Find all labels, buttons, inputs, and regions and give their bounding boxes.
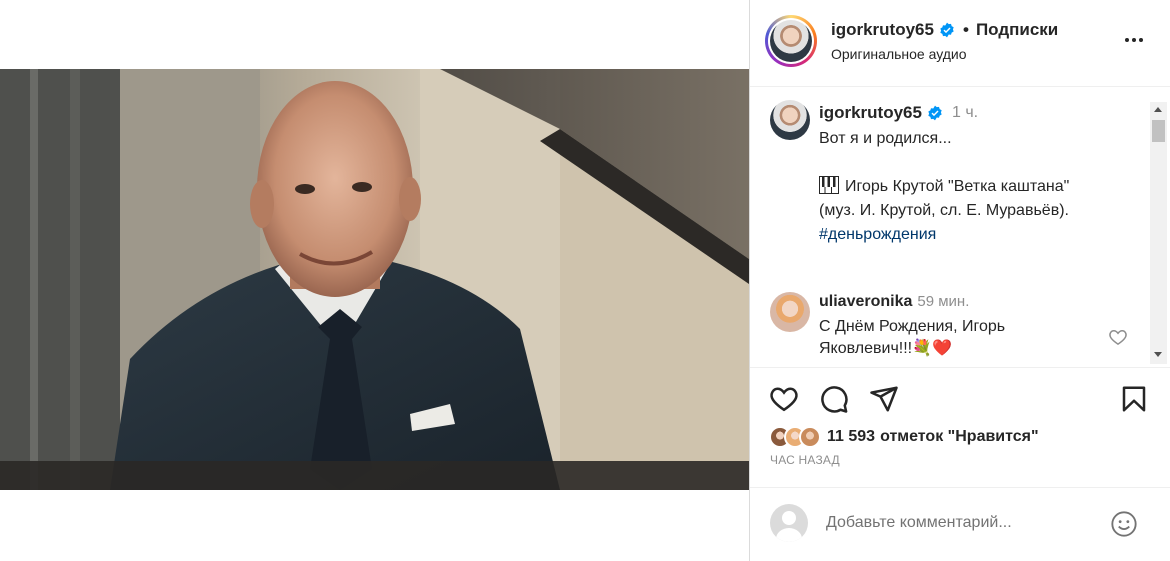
liker-avatar	[799, 426, 821, 448]
scroll-down-arrow-icon[interactable]	[1154, 352, 1162, 357]
post-header: igorkrutoy65 • Подписки Оригинальное ауд…	[750, 0, 1170, 87]
hashtag-link[interactable]: #деньрождения	[819, 223, 1149, 247]
caption-time[interactable]: 1 ч.	[952, 104, 978, 122]
header-separator: •	[962, 20, 969, 39]
bookmark-icon[interactable]	[1119, 384, 1149, 414]
caption-line	[819, 151, 1149, 175]
caption-line: Игорь Крутой "Ветка каштана"	[819, 175, 1149, 199]
verified-badge-icon	[940, 22, 954, 38]
send-icon[interactable]	[869, 384, 899, 414]
comment-like-heart-icon[interactable]	[1108, 327, 1128, 347]
author-username[interactable]: igorkrutoy65	[831, 20, 934, 40]
section-divider	[750, 367, 1170, 368]
commenter-avatar[interactable]	[770, 292, 810, 332]
more-horizontal-icon[interactable]	[1122, 28, 1146, 52]
post-video[interactable]	[0, 69, 749, 490]
heart-icon[interactable]	[769, 384, 799, 414]
comment-input[interactable]	[826, 511, 1096, 535]
comments-scroll-area[interactable]: igorkrutoy65 1 ч. Вот я и родился... Иго…	[750, 88, 1170, 364]
comment-time[interactable]: 59 мин.	[917, 293, 969, 310]
author-avatar[interactable]	[765, 15, 817, 67]
commenter-username[interactable]: uliaveronika	[819, 293, 912, 310]
post-timestamp[interactable]: ЧАС НАЗАД	[770, 453, 840, 467]
post-panel: igorkrutoy65 • Подписки Оригинальное ауд…	[750, 0, 1170, 561]
likes-label: отметок "Нравится"	[880, 428, 1039, 445]
scrollbar-thumb[interactable]	[1152, 120, 1165, 142]
comment-text: С Днём Рождения, Игорь Яковлевич!!!💐❤️	[819, 318, 1006, 357]
piano-keys-icon	[819, 176, 839, 194]
caption-author-avatar[interactable]	[770, 100, 810, 140]
caption-header: igorkrutoy65 1 ч.	[819, 103, 978, 123]
caption-line: (муз. И. Крутой, сл. Е. Муравьёв).	[819, 202, 1069, 219]
emoji-smiley-icon[interactable]	[1110, 510, 1138, 538]
comments-scrollbar[interactable]	[1150, 102, 1167, 364]
scroll-up-arrow-icon[interactable]	[1154, 107, 1162, 112]
comment-header: uliaveronika 59 мин.	[819, 293, 969, 311]
caption-line: Вот я и родился...	[819, 130, 952, 147]
comment-icon[interactable]	[819, 384, 849, 414]
caption-line-text: Игорь Крутой "Ветка каштана"	[845, 178, 1070, 195]
caption-username[interactable]: igorkrutoy65	[819, 103, 922, 123]
likes-count: 11 593	[827, 428, 876, 445]
add-comment-bar	[750, 488, 1170, 561]
likes-count-text[interactable]: 11 593 отметок "Нравится"	[827, 428, 1044, 446]
caption-text: Вот я и родился... Игорь Крутой "Ветка к…	[819, 127, 1149, 247]
likes-row[interactable]: 11 593 отметок "Нравится"	[769, 424, 1044, 450]
post-actions-bar	[750, 380, 1170, 418]
media-area	[0, 0, 749, 561]
header-user-row: igorkrutoy65 • Подписки	[831, 20, 1058, 40]
original-audio-link[interactable]: Оригинальное аудио	[831, 46, 967, 62]
current-user-avatar	[770, 504, 808, 542]
following-button[interactable]: Подписки	[976, 20, 1058, 40]
video-frame	[0, 69, 749, 490]
verified-badge-icon	[928, 105, 942, 121]
